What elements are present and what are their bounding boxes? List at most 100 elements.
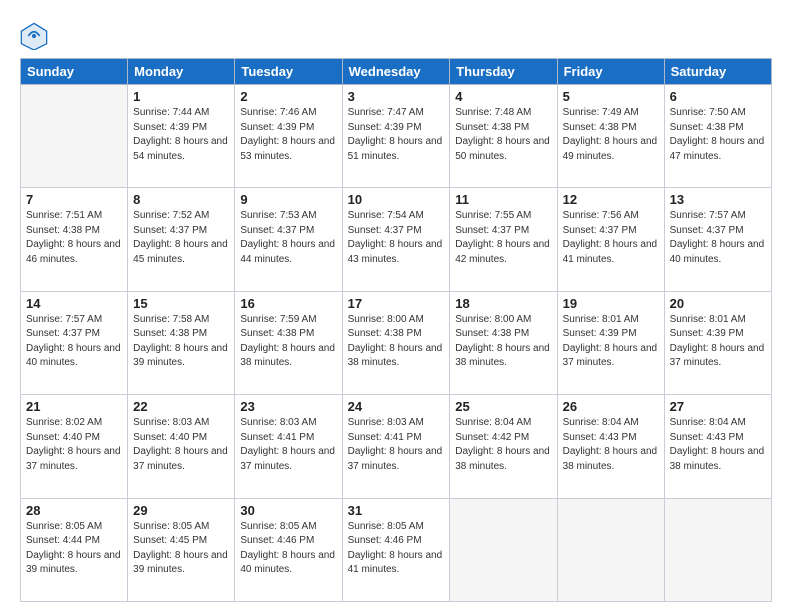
cell-info: Sunrise: 7:57 AMSunset: 4:37 PMDaylight:… [670,209,766,267]
cell-info: Sunrise: 7:58 AMSunset: 4:38 PMDaylight:… [133,313,229,371]
calendar-cell: 23 Sunrise: 8:03 AMSunset: 4:41 PMDayligh… [235,395,342,498]
calendar-week-row: 21 Sunrise: 8:02 AMSunset: 4:40 PMDayligh… [21,395,772,498]
cell-info: Sunrise: 8:05 AMSunset: 4:45 PMDaylight:… [133,520,229,578]
day-number: 12 [563,192,659,207]
cell-info: Sunrise: 7:49 AMSunset: 4:38 PMDaylight:… [563,106,659,164]
calendar-week-row: 14 Sunrise: 7:57 AMSunset: 4:37 PMDayligh… [21,291,772,394]
calendar-cell: 16 Sunrise: 7:59 AMSunset: 4:38 PMDayligh… [235,291,342,394]
header [20,18,772,50]
day-number: 19 [563,296,659,311]
calendar-cell: 31 Sunrise: 8:05 AMSunset: 4:46 PMDayligh… [342,498,450,601]
day-number: 26 [563,399,659,414]
day-number: 10 [348,192,445,207]
cell-info: Sunrise: 7:59 AMSunset: 4:38 PMDaylight:… [240,313,336,371]
cell-info: Sunrise: 7:48 AMSunset: 4:38 PMDaylight:… [455,106,551,164]
calendar-cell: 8 Sunrise: 7:52 AMSunset: 4:37 PMDaylight… [128,188,235,291]
page: SundayMondayTuesdayWednesdayThursdayFrid… [0,0,792,612]
cell-info: Sunrise: 8:03 AMSunset: 4:40 PMDaylight:… [133,416,229,474]
day-number: 3 [348,89,445,104]
calendar-cell: 30Sunrise: 8:05 AMSunset: 4:46 PMDayligh… [235,498,342,601]
cell-info: Sunrise: 8:05 AMSunset: 4:46 PMDaylight:… [240,520,336,578]
cell-info: Sunrise: 7:54 AMSunset: 4:37 PMDaylight:… [348,209,445,267]
calendar-cell: 26Sunrise: 8:04 AMSunset: 4:43 PMDayligh… [557,395,664,498]
day-number: 14 [26,296,122,311]
calendar-cell: 19Sunrise: 8:01 AMSunset: 4:39 PMDayligh… [557,291,664,394]
cell-info: Sunrise: 7:46 AMSunset: 4:39 PMDaylight:… [240,106,336,164]
cell-info: Sunrise: 7:50 AMSunset: 4:38 PMDaylight:… [670,106,766,164]
cell-info: Sunrise: 7:44 AMSunset: 4:39 PMDaylight:… [133,106,229,164]
calendar-cell: 29 Sunrise: 8:05 AMSunset: 4:45 PMDayligh… [128,498,235,601]
day-number: 22 [133,399,229,414]
day-number: 1 [133,89,229,104]
day-number: 20 [670,296,766,311]
calendar-cell: 15 Sunrise: 7:58 AMSunset: 4:38 PMDayligh… [128,291,235,394]
cell-info: Sunrise: 8:04 AMSunset: 4:42 PMDaylight:… [455,416,551,474]
calendar-header-wednesday: Wednesday [342,59,450,85]
calendar-cell: 5 Sunrise: 7:49 AMSunset: 4:38 PMDaylight… [557,85,664,188]
calendar-cell: 22 Sunrise: 8:03 AMSunset: 4:40 PMDayligh… [128,395,235,498]
day-number: 8 [133,192,229,207]
calendar-cell: 3 Sunrise: 7:47 AMSunset: 4:39 PMDaylight… [342,85,450,188]
calendar-cell: 21 Sunrise: 8:02 AMSunset: 4:40 PMDayligh… [21,395,128,498]
calendar-week-row: 1 Sunrise: 7:44 AMSunset: 4:39 PMDaylight… [21,85,772,188]
day-number: 9 [240,192,336,207]
cell-info: Sunrise: 8:02 AMSunset: 4:40 PMDaylight:… [26,416,122,474]
day-number: 28 [26,503,122,518]
calendar-cell: 14 Sunrise: 7:57 AMSunset: 4:37 PMDayligh… [21,291,128,394]
calendar-week-row: 7 Sunrise: 7:51 AMSunset: 4:38 PMDaylight… [21,188,772,291]
day-number: 11 [455,192,551,207]
cell-info: Sunrise: 8:00 AMSunset: 4:38 PMDaylight:… [455,313,551,371]
calendar-header-thursday: Thursday [450,59,557,85]
day-number: 13 [670,192,766,207]
calendar-cell: 4 Sunrise: 7:48 AMSunset: 4:38 PMDaylight… [450,85,557,188]
day-number: 7 [26,192,122,207]
day-number: 27 [670,399,766,414]
calendar-cell: 9 Sunrise: 7:53 AMSunset: 4:37 PMDaylight… [235,188,342,291]
cell-info: Sunrise: 8:05 AMSunset: 4:46 PMDaylight:… [348,520,445,578]
calendar-header-saturday: Saturday [664,59,771,85]
calendar-cell: 7 Sunrise: 7:51 AMSunset: 4:38 PMDaylight… [21,188,128,291]
cell-info: Sunrise: 8:04 AMSunset: 4:43 PMDaylight:… [670,416,766,474]
day-number: 23 [240,399,336,414]
day-number: 24 [348,399,445,414]
cell-info: Sunrise: 8:03 AMSunset: 4:41 PMDaylight:… [348,416,445,474]
calendar-cell: 10 Sunrise: 7:54 AMSunset: 4:37 PMDayligh… [342,188,450,291]
cell-info: Sunrise: 7:52 AMSunset: 4:37 PMDaylight:… [133,209,229,267]
day-number: 15 [133,296,229,311]
calendar-cell: 12 Sunrise: 7:56 AMSunset: 4:37 PMDayligh… [557,188,664,291]
calendar-header-row: SundayMondayTuesdayWednesdayThursdayFrid… [21,59,772,85]
day-number: 4 [455,89,551,104]
day-number: 31 [348,503,445,518]
cell-info: Sunrise: 8:01 AMSunset: 4:39 PMDaylight:… [670,313,766,371]
day-number: 21 [26,399,122,414]
cell-info: Sunrise: 7:57 AMSunset: 4:37 PMDaylight:… [26,313,122,371]
day-number: 16 [240,296,336,311]
calendar-cell: 27 Sunrise: 8:04 AMSunset: 4:43 PMDayligh… [664,395,771,498]
calendar-cell [664,498,771,601]
day-number: 25 [455,399,551,414]
cell-info: Sunrise: 7:53 AMSunset: 4:37 PMDaylight:… [240,209,336,267]
calendar-header-monday: Monday [128,59,235,85]
calendar-cell: 17Sunrise: 8:00 AMSunset: 4:38 PMDayligh… [342,291,450,394]
day-number: 29 [133,503,229,518]
cell-info: Sunrise: 8:03 AMSunset: 4:41 PMDaylight:… [240,416,336,474]
calendar-cell [450,498,557,601]
calendar-header-sunday: Sunday [21,59,128,85]
calendar-cell: 2Sunrise: 7:46 AMSunset: 4:39 PMDaylight… [235,85,342,188]
calendar-cell: 13 Sunrise: 7:57 AMSunset: 4:37 PMDayligh… [664,188,771,291]
cell-info: Sunrise: 7:47 AMSunset: 4:39 PMDaylight:… [348,106,445,164]
logo [20,22,52,50]
calendar-table: SundayMondayTuesdayWednesdayThursdayFrid… [20,58,772,602]
cell-info: Sunrise: 7:56 AMSunset: 4:37 PMDaylight:… [563,209,659,267]
calendar-week-row: 28Sunrise: 8:05 AMSunset: 4:44 PMDayligh… [21,498,772,601]
calendar-header-friday: Friday [557,59,664,85]
cell-info: Sunrise: 7:55 AMSunset: 4:37 PMDaylight:… [455,209,551,267]
calendar-cell: 20 Sunrise: 8:01 AMSunset: 4:39 PMDayligh… [664,291,771,394]
day-number: 5 [563,89,659,104]
calendar-cell: 25 Sunrise: 8:04 AMSunset: 4:42 PMDayligh… [450,395,557,498]
calendar-cell: 18Sunrise: 8:00 AMSunset: 4:38 PMDayligh… [450,291,557,394]
calendar-cell: 1 Sunrise: 7:44 AMSunset: 4:39 PMDaylight… [128,85,235,188]
cell-info: Sunrise: 7:51 AMSunset: 4:38 PMDaylight:… [26,209,122,267]
day-number: 17 [348,296,445,311]
calendar-cell: 11 Sunrise: 7:55 AMSunset: 4:37 PMDayligh… [450,188,557,291]
